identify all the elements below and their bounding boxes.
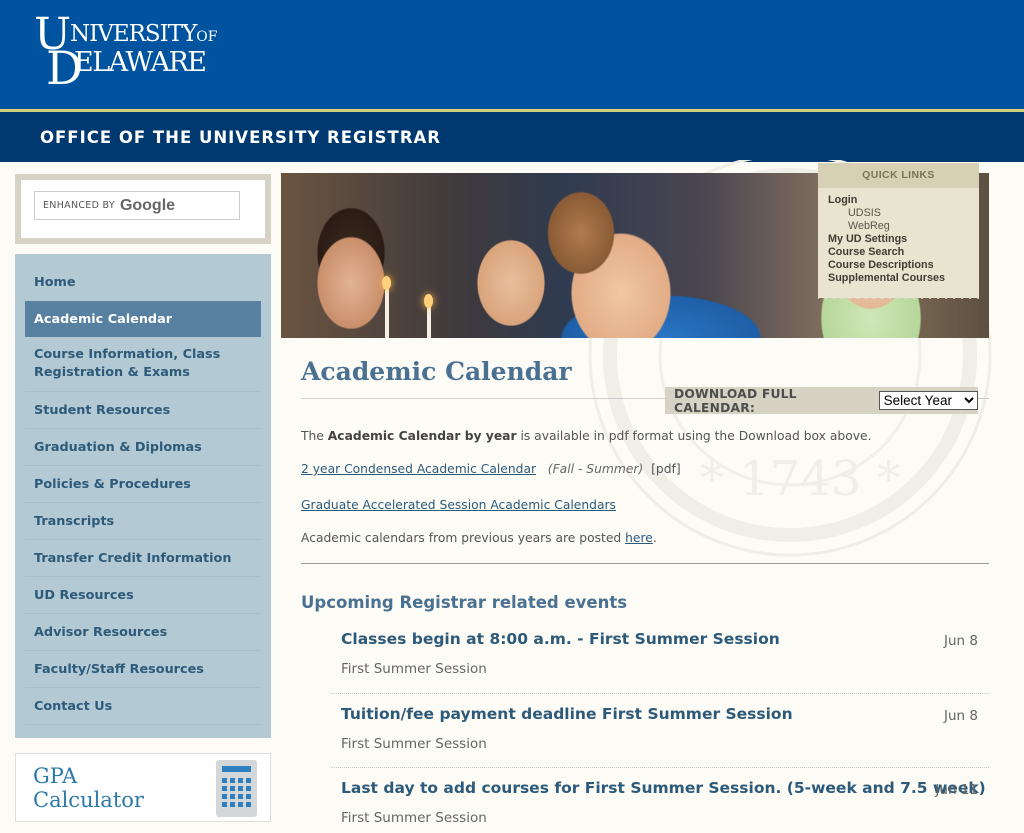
sidebar-item-policies[interactable]: Policies & Procedures: [25, 466, 261, 503]
candle: [427, 303, 431, 338]
office-title[interactable]: OFFICE OF THE UNIVERSITY REGISTRAR: [40, 128, 441, 147]
google-logo: Google: [119, 196, 176, 214]
events-heading: Upcoming Registrar related events: [301, 593, 628, 612]
quick-link-course-search[interactable]: Course Search: [828, 246, 979, 259]
quick-link-course-descriptions[interactable]: Course Descriptions: [828, 259, 979, 272]
office-banner: OFFICE OF THE UNIVERSITY REGISTRAR: [0, 112, 1024, 162]
gpa-calculator-label: GPA Calculator: [33, 764, 144, 812]
sidebar-item-academic-calendar[interactable]: Academic Calendar: [25, 301, 261, 337]
event-item: Classes begin at 8:00 a.m. - First Summe…: [331, 619, 989, 693]
gpa-calculator-link[interactable]: GPA Calculator: [15, 753, 271, 822]
sidebar-item-graduation[interactable]: Graduation & Diplomas: [25, 429, 261, 466]
svg-text:* 1743 *: * 1743 *: [700, 451, 901, 507]
quick-links-panel: QUICK LINKS Login UDSIS WebReg My UD Set…: [818, 163, 979, 298]
previous-years-text: Academic calendars from previous years a…: [301, 531, 626, 545]
event-title[interactable]: Classes begin at 8:00 a.m. - First Summe…: [341, 630, 780, 648]
site-search-input[interactable]: ENHANCED BY Google: [34, 191, 240, 220]
candle: [385, 285, 389, 338]
event-date: Jun 8: [944, 708, 978, 724]
sidebar-item-transfer-credit[interactable]: Transfer Credit Information: [25, 540, 261, 577]
sidebar-item-course-information[interactable]: Course Information, Class Registration &…: [25, 337, 261, 392]
candle-flame: [424, 294, 433, 308]
pdf-label: [pdf]: [651, 462, 681, 476]
quick-link-my-ud-settings[interactable]: My UD Settings: [828, 233, 979, 246]
sidebar-item-contact-us[interactable]: Contact Us: [25, 688, 261, 725]
page-title: Academic Calendar: [301, 357, 572, 386]
previous-years-link[interactable]: here: [625, 531, 653, 545]
logo-line1: NIVERSITYOF: [70, 21, 218, 47]
quick-link-supplemental-courses[interactable]: Supplemental Courses: [828, 272, 979, 285]
candle-flame: [382, 276, 391, 290]
sidebar-item-faculty-staff[interactable]: Faculty/Staff Resources: [25, 651, 261, 688]
gpa-label-line1: GPA: [33, 764, 78, 788]
quick-link-webreg[interactable]: WebReg: [828, 220, 979, 233]
event-session: First Summer Session: [341, 661, 487, 677]
quick-links-torn-edge: [818, 294, 979, 302]
event-session: First Summer Session: [341, 810, 487, 826]
event-date: Jun 11: [935, 782, 978, 798]
event-title[interactable]: Tuition/fee payment deadline First Summe…: [341, 705, 793, 723]
quick-links-list: Login UDSIS WebReg My UD Settings Course…: [818, 188, 979, 285]
sidebar-item-advisor-resources[interactable]: Advisor Resources: [25, 614, 261, 651]
university-logo[interactable]: U D NIVERSITYOF ELAWARE: [34, 13, 218, 92]
event-item: Last day to add courses for First Summer…: [331, 767, 989, 833]
graduate-calendar-link[interactable]: Graduate Accelerated Session Academic Ca…: [301, 498, 616, 512]
logo-niversity: NIVERSITY: [70, 21, 197, 47]
quick-links-heading: QUICK LINKS: [818, 163, 979, 188]
sidebar-item-student-resources[interactable]: Student Resources: [25, 392, 261, 429]
intro-text-post: is available in pdf format using the Dow…: [516, 429, 872, 443]
intro-text-pre: The: [301, 429, 328, 443]
event-date: Jun 8: [944, 633, 978, 649]
previous-years-period: .: [652, 531, 657, 545]
sidebar-item-ud-resources[interactable]: UD Resources: [25, 577, 261, 614]
sidebar-item-transcripts[interactable]: Transcripts: [25, 503, 261, 540]
site-header: U D NIVERSITYOF ELAWARE: [0, 0, 1024, 109]
calculator-icon: [216, 760, 257, 817]
calculator-keys: [222, 778, 251, 807]
graduate-calendar-line: Graduate Accelerated Session Academic Ca…: [301, 498, 616, 512]
year-select[interactable]: Select Year: [878, 391, 978, 410]
section-divider: [301, 563, 989, 564]
condensed-calendar-note: (Fall - Summer): [547, 462, 644, 476]
sidebar-nav: Home Academic Calendar Course Informatio…: [15, 254, 271, 738]
download-calendar-label: DOWNLOAD FULL CALENDAR:: [674, 386, 797, 415]
gpa-label-line2: Calculator: [33, 788, 144, 812]
condensed-calendar-line: 2 year Condensed Academic Calendar (Fall…: [301, 462, 681, 476]
intro-text-bold: Academic Calendar by year: [327, 429, 517, 443]
quick-link-udsis[interactable]: UDSIS: [828, 207, 979, 220]
calculator-screen: [222, 766, 251, 772]
condensed-calendar-link[interactable]: 2 year Condensed Academic Calendar: [301, 462, 536, 476]
sidebar-item-home[interactable]: Home: [25, 264, 261, 301]
search-panel: ENHANCED BY Google: [15, 174, 271, 244]
event-item: Tuition/fee payment deadline First Summe…: [331, 693, 989, 767]
event-session: First Summer Session: [341, 736, 487, 752]
logo-line2: ELAWARE: [74, 47, 207, 78]
event-title[interactable]: Last day to add courses for First Summer…: [341, 779, 986, 797]
intro-paragraph: The Academic Calendar by year is availab…: [301, 429, 872, 443]
logo-of: OF: [196, 29, 218, 45]
enhanced-by-label: ENHANCED BY: [43, 200, 115, 211]
previous-years-line: Academic calendars from previous years a…: [301, 531, 657, 545]
quick-link-login[interactable]: Login: [828, 194, 979, 207]
download-calendar-box: DOWNLOAD FULL CALENDAR: Select Year: [665, 386, 978, 415]
